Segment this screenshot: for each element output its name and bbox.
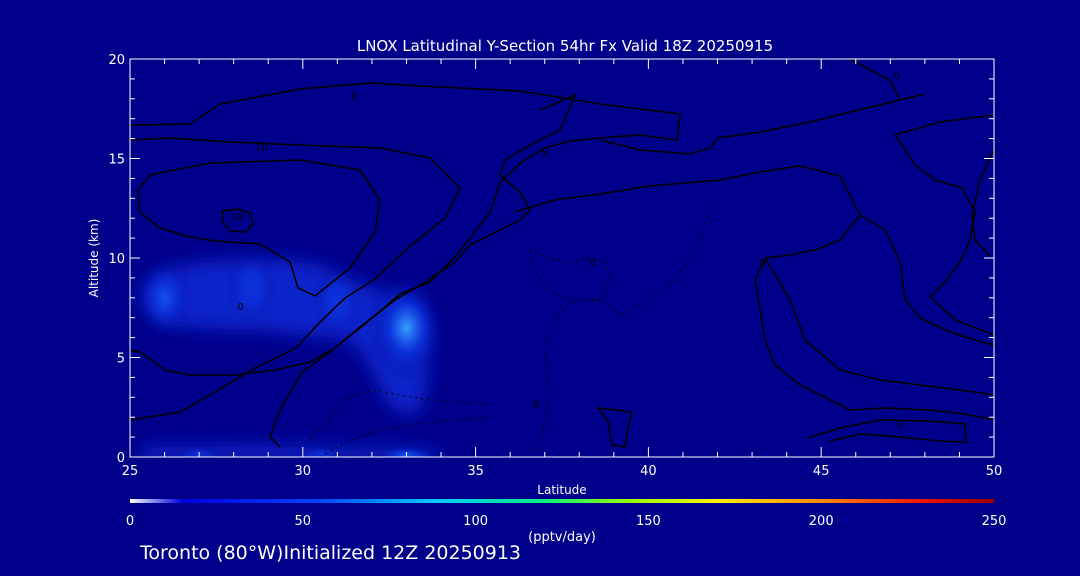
x-tick-label: 30 bbox=[295, 464, 312, 479]
colorbar-tick-label: 100 bbox=[463, 514, 488, 529]
lnox-hotspot bbox=[224, 248, 278, 328]
contour-line bbox=[529, 249, 611, 303]
x-tick-label: 35 bbox=[467, 464, 484, 479]
colorbar-unit-label: (pptv/day) bbox=[528, 530, 596, 545]
lnox-cross-section-chart: LNOX Latitudinal Y-Section 54hr Fx Valid… bbox=[87, 37, 1007, 545]
x-tick-label: 45 bbox=[813, 464, 830, 479]
contour-line bbox=[971, 149, 994, 257]
contour-label: 0 bbox=[590, 258, 596, 269]
contour-line bbox=[514, 165, 994, 421]
heatmap-layer bbox=[135, 248, 447, 457]
contour-labels: 0 10 5 0 0 0 0 10 -5 0 bbox=[231, 71, 904, 430]
x-axis-label: Latitude bbox=[537, 483, 586, 497]
colorbar-tick-label: 250 bbox=[982, 514, 1007, 529]
y-tick-label: 20 bbox=[108, 53, 125, 68]
y-tick-label: 5 bbox=[117, 352, 125, 367]
colorbar-ticks: 0 50 100 150 200 250 bbox=[126, 514, 1007, 529]
x-tick-label: 40 bbox=[640, 464, 657, 479]
contour-label: 5 bbox=[542, 149, 548, 160]
contour-label: 0 bbox=[237, 302, 243, 313]
lnox-hotspot bbox=[135, 255, 194, 341]
colorbar-tick-label: 150 bbox=[636, 514, 661, 529]
contour-line bbox=[764, 257, 994, 396]
contour-line bbox=[599, 93, 926, 155]
colorbar-tick-label: 200 bbox=[809, 514, 834, 529]
lnox-hotspot bbox=[312, 263, 363, 341]
lnox-hotspot bbox=[366, 272, 447, 383]
contour-line bbox=[596, 406, 634, 448]
contour-line bbox=[807, 419, 967, 443]
contour-label: 10 bbox=[255, 143, 268, 154]
colorbar-tick-label: 50 bbox=[295, 514, 312, 529]
colorbar-tick-label: 0 bbox=[126, 514, 134, 529]
contour-label: 10 bbox=[231, 212, 244, 223]
footer-caption: Toronto (80°W)Initialized 12Z 20250913 bbox=[140, 542, 522, 564]
contour-line bbox=[894, 114, 994, 136]
y-axis-label: Altitude (km) bbox=[87, 219, 101, 298]
contour-label: 0 bbox=[759, 258, 765, 269]
contour-label: -5 bbox=[529, 399, 539, 410]
x-tick-label: 50 bbox=[986, 464, 1003, 479]
chart-title: LNOX Latitudinal Y-Section 54hr Fx Valid… bbox=[357, 37, 773, 55]
contour-line bbox=[849, 59, 901, 101]
y-tick-label: 15 bbox=[108, 153, 125, 168]
y-tick-label: 0 bbox=[117, 451, 125, 466]
contour-label: 0 bbox=[894, 71, 900, 82]
x-tick-label: 25 bbox=[122, 464, 139, 479]
contour-line bbox=[539, 204, 713, 451]
y-tick-label: 10 bbox=[108, 252, 125, 267]
contour-label: 0 bbox=[898, 419, 904, 430]
colorbar bbox=[130, 499, 994, 503]
contour-label: 0 bbox=[351, 91, 357, 102]
